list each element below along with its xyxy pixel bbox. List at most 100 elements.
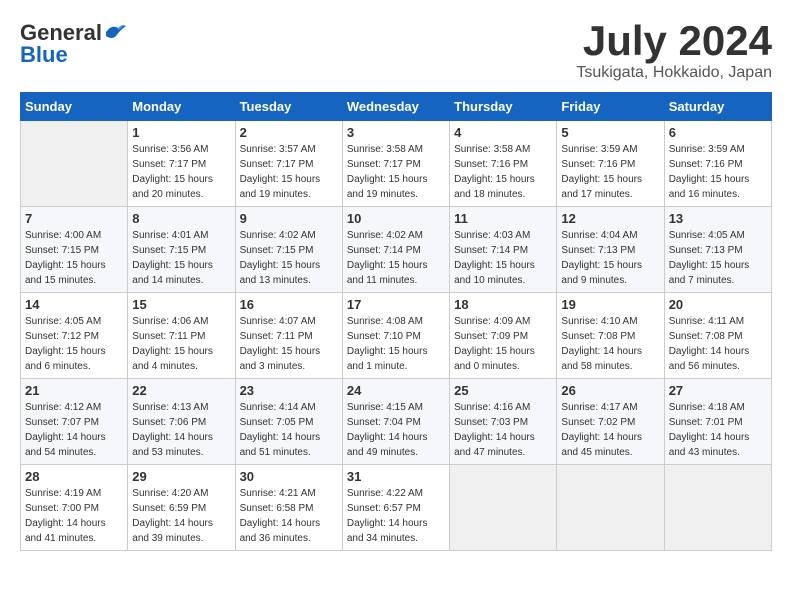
day-number: 27 [669, 383, 767, 398]
day-info: Sunrise: 4:10 AMSunset: 7:08 PMDaylight:… [561, 314, 659, 374]
day-info: Sunrise: 4:14 AMSunset: 7:05 PMDaylight:… [240, 400, 338, 460]
column-header-friday: Friday [557, 93, 664, 121]
day-number: 31 [347, 469, 445, 484]
calendar-cell: 30 Sunrise: 4:21 AMSunset: 6:58 PMDayligh… [235, 465, 342, 551]
logo-blue-text: Blue [20, 42, 68, 68]
day-number: 21 [25, 383, 123, 398]
calendar-cell: 8 Sunrise: 4:01 AMSunset: 7:15 PMDaylight… [128, 207, 235, 293]
column-header-saturday: Saturday [664, 93, 771, 121]
day-number: 8 [132, 211, 230, 226]
calendar-cell: 26 Sunrise: 4:17 AMSunset: 7:02 PMDayligh… [557, 379, 664, 465]
day-info: Sunrise: 3:58 AMSunset: 7:17 PMDaylight:… [347, 142, 445, 202]
calendar-cell [450, 465, 557, 551]
calendar-cell: 28Sunrise: 4:19 AMSunset: 7:00 PMDayligh… [21, 465, 128, 551]
day-info: Sunrise: 4:19 AMSunset: 7:00 PMDaylight:… [25, 486, 123, 546]
calendar-cell: 20 Sunrise: 4:11 AMSunset: 7:08 PMDayligh… [664, 293, 771, 379]
day-info: Sunrise: 4:20 AMSunset: 6:59 PMDaylight:… [132, 486, 230, 546]
location-text: Tsukigata, Hokkaido, Japan [576, 64, 772, 82]
day-number: 11 [454, 211, 552, 226]
day-info: Sunrise: 4:09 AMSunset: 7:09 PMDaylight:… [454, 314, 552, 374]
column-header-monday: Monday [128, 93, 235, 121]
day-info: Sunrise: 4:08 AMSunset: 7:10 PMDaylight:… [347, 314, 445, 374]
column-header-wednesday: Wednesday [342, 93, 449, 121]
day-number: 26 [561, 383, 659, 398]
day-number: 19 [561, 297, 659, 312]
day-number: 7 [25, 211, 123, 226]
calendar-week-row: 21 Sunrise: 4:12 AMSunset: 7:07 PMDayligh… [21, 379, 772, 465]
day-info: Sunrise: 4:15 AMSunset: 7:04 PMDaylight:… [347, 400, 445, 460]
day-info: Sunrise: 4:13 AMSunset: 7:06 PMDaylight:… [132, 400, 230, 460]
day-number: 15 [132, 297, 230, 312]
calendar-table: SundayMondayTuesdayWednesdayThursdayFrid… [20, 92, 772, 551]
calendar-cell: 2Sunrise: 3:57 AMSunset: 7:17 PMDaylight… [235, 121, 342, 207]
calendar-cell: 6 Sunrise: 3:59 AMSunset: 7:16 PMDaylight… [664, 121, 771, 207]
calendar-cell: 15 Sunrise: 4:06 AMSunset: 7:11 PMDayligh… [128, 293, 235, 379]
calendar-cell: 23 Sunrise: 4:14 AMSunset: 7:05 PMDayligh… [235, 379, 342, 465]
day-info: Sunrise: 4:04 AMSunset: 7:13 PMDaylight:… [561, 228, 659, 288]
day-info: Sunrise: 4:01 AMSunset: 7:15 PMDaylight:… [132, 228, 230, 288]
calendar-cell: 11 Sunrise: 4:03 AMSunset: 7:14 PMDayligh… [450, 207, 557, 293]
day-number: 10 [347, 211, 445, 226]
calendar-cell [557, 465, 664, 551]
day-number: 18 [454, 297, 552, 312]
day-number: 16 [240, 297, 338, 312]
calendar-cell: 16 Sunrise: 4:07 AMSunset: 7:11 PMDayligh… [235, 293, 342, 379]
day-number: 6 [669, 125, 767, 140]
day-number: 20 [669, 297, 767, 312]
column-header-sunday: Sunday [21, 93, 128, 121]
calendar-cell [664, 465, 771, 551]
day-info: Sunrise: 3:56 AMSunset: 7:17 PMDaylight:… [132, 142, 230, 202]
calendar-cell: 4Sunrise: 3:58 AMSunset: 7:16 PMDaylight… [450, 121, 557, 207]
calendar-cell: 29Sunrise: 4:20 AMSunset: 6:59 PMDayligh… [128, 465, 235, 551]
day-info: Sunrise: 3:59 AMSunset: 7:16 PMDaylight:… [669, 142, 767, 202]
day-info: Sunrise: 4:05 AMSunset: 7:12 PMDaylight:… [25, 314, 123, 374]
day-number: 30 [240, 469, 338, 484]
calendar-cell: 31 Sunrise: 4:22 AMSunset: 6:57 PMDayligh… [342, 465, 449, 551]
day-info: Sunrise: 4:06 AMSunset: 7:11 PMDaylight:… [132, 314, 230, 374]
day-info: Sunrise: 4:16 AMSunset: 7:03 PMDaylight:… [454, 400, 552, 460]
calendar-cell: 22 Sunrise: 4:13 AMSunset: 7:06 PMDayligh… [128, 379, 235, 465]
day-number: 17 [347, 297, 445, 312]
calendar-cell: 3 Sunrise: 3:58 AMSunset: 7:17 PMDaylight… [342, 121, 449, 207]
calendar-cell: 25Sunrise: 4:16 AMSunset: 7:03 PMDayligh… [450, 379, 557, 465]
calendar-cell: 13Sunrise: 4:05 AMSunset: 7:13 PMDayligh… [664, 207, 771, 293]
day-number: 23 [240, 383, 338, 398]
calendar-cell: 27Sunrise: 4:18 AMSunset: 7:01 PMDayligh… [664, 379, 771, 465]
calendar-week-row: 7Sunrise: 4:00 AMSunset: 7:15 PMDaylight… [21, 207, 772, 293]
calendar-cell: 24 Sunrise: 4:15 AMSunset: 7:04 PMDayligh… [342, 379, 449, 465]
calendar-cell: 21 Sunrise: 4:12 AMSunset: 7:07 PMDayligh… [21, 379, 128, 465]
calendar-week-row: 28Sunrise: 4:19 AMSunset: 7:00 PMDayligh… [21, 465, 772, 551]
day-info: Sunrise: 4:07 AMSunset: 7:11 PMDaylight:… [240, 314, 338, 374]
day-number: 24 [347, 383, 445, 398]
calendar-cell: 5 Sunrise: 3:59 AMSunset: 7:16 PMDaylight… [557, 121, 664, 207]
day-number: 5 [561, 125, 659, 140]
day-info: Sunrise: 4:17 AMSunset: 7:02 PMDaylight:… [561, 400, 659, 460]
day-info: Sunrise: 4:21 AMSunset: 6:58 PMDaylight:… [240, 486, 338, 546]
day-number: 3 [347, 125, 445, 140]
calendar-week-row: 1 Sunrise: 3:56 AMSunset: 7:17 PMDaylight… [21, 121, 772, 207]
day-info: Sunrise: 3:58 AMSunset: 7:16 PMDaylight:… [454, 142, 552, 202]
calendar-cell: 1 Sunrise: 3:56 AMSunset: 7:17 PMDaylight… [128, 121, 235, 207]
day-info: Sunrise: 4:05 AMSunset: 7:13 PMDaylight:… [669, 228, 767, 288]
day-info: Sunrise: 4:22 AMSunset: 6:57 PMDaylight:… [347, 486, 445, 546]
logo: General Blue [20, 20, 126, 68]
title-block: July 2024 Tsukigata, Hokkaido, Japan [576, 20, 772, 82]
day-number: 14 [25, 297, 123, 312]
day-number: 1 [132, 125, 230, 140]
page-header: General Blue July 2024 Tsukigata, Hokkai… [20, 20, 772, 82]
calendar-cell: 19 Sunrise: 4:10 AMSunset: 7:08 PMDayligh… [557, 293, 664, 379]
day-number: 2 [240, 125, 338, 140]
day-info: Sunrise: 4:02 AMSunset: 7:14 PMDaylight:… [347, 228, 445, 288]
day-info: Sunrise: 3:59 AMSunset: 7:16 PMDaylight:… [561, 142, 659, 202]
calendar-cell: 17 Sunrise: 4:08 AMSunset: 7:10 PMDayligh… [342, 293, 449, 379]
day-info: Sunrise: 4:12 AMSunset: 7:07 PMDaylight:… [25, 400, 123, 460]
calendar-cell [21, 121, 128, 207]
day-info: Sunrise: 4:11 AMSunset: 7:08 PMDaylight:… [669, 314, 767, 374]
calendar-week-row: 14 Sunrise: 4:05 AMSunset: 7:12 PMDayligh… [21, 293, 772, 379]
day-number: 22 [132, 383, 230, 398]
day-info: Sunrise: 4:03 AMSunset: 7:14 PMDaylight:… [454, 228, 552, 288]
logo-bird-icon [104, 22, 126, 42]
column-header-tuesday: Tuesday [235, 93, 342, 121]
month-title: July 2024 [576, 20, 772, 62]
calendar-cell: 12Sunrise: 4:04 AMSunset: 7:13 PMDayligh… [557, 207, 664, 293]
